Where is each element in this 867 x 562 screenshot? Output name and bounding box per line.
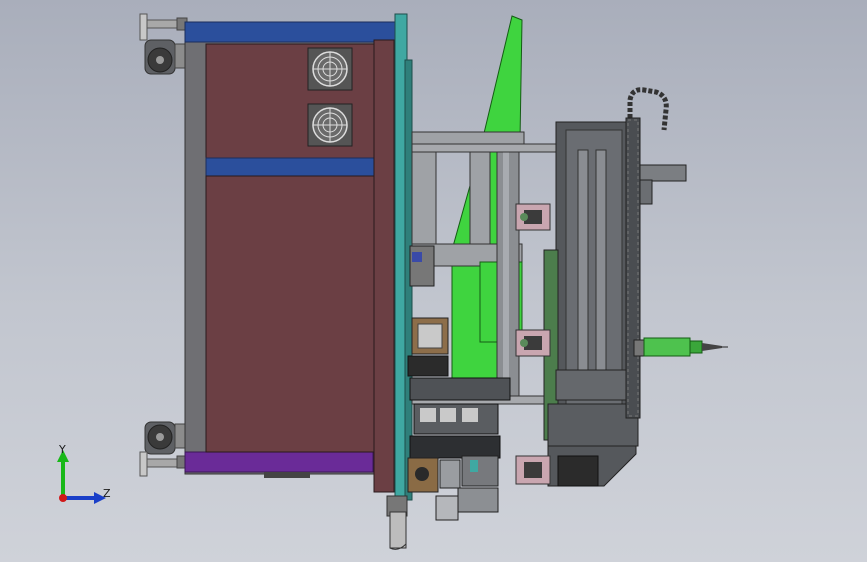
sensor-bracket (639, 164, 687, 205)
cabinet-frame (184, 21, 396, 493)
triad-z-label: Z (103, 487, 111, 500)
machine-assembly-model[interactable] (0, 0, 867, 562)
triad-y-label: Y (59, 443, 66, 456)
spindle-tool (633, 337, 728, 357)
fan-upper-icon (307, 47, 353, 91)
fan-lower-icon (307, 103, 353, 147)
caster-wheel-top-icon (144, 39, 188, 75)
bearing-block-middle (515, 329, 551, 357)
cad-graphics-viewport[interactable]: Y Z (0, 0, 867, 562)
triad-origin-icon (59, 494, 67, 502)
cable-chain-icon (625, 87, 669, 419)
z-axis-carriage (543, 121, 639, 487)
bearing-block-upper (515, 203, 551, 231)
bearing-block-lower (515, 455, 551, 485)
leveling-foot-top-icon (139, 13, 188, 41)
leveling-foot-bottom-icon (139, 451, 188, 477)
caster-wheel-bottom-icon (144, 421, 188, 455)
